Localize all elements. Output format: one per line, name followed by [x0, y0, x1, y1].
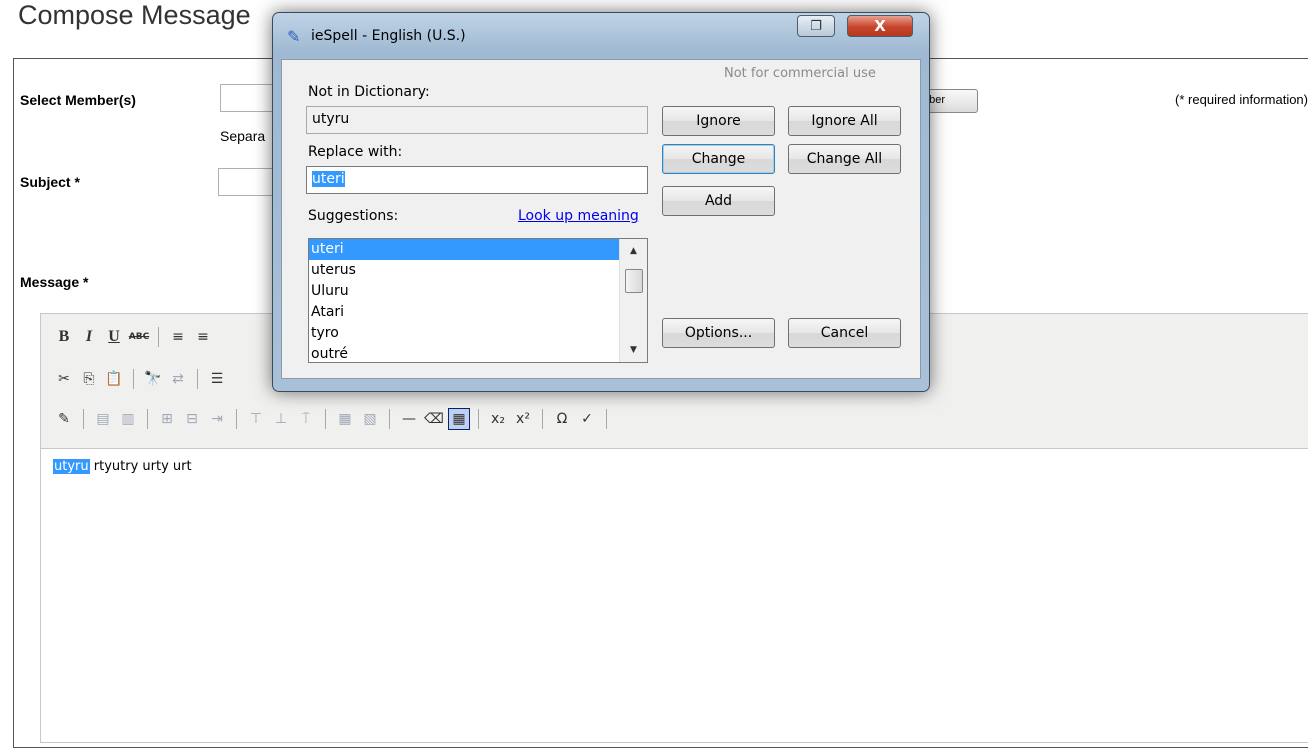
underline-button[interactable]: U [103, 326, 125, 348]
subject-label: Subject * [20, 174, 80, 190]
iespell-app-icon: ✎ [287, 27, 301, 46]
editor-text: rtyutry urty urt [89, 459, 192, 474]
cell-props-icon[interactable]: ⍑ [295, 408, 317, 430]
split-cell-icon[interactable]: ⊤ [245, 408, 267, 430]
page-title: Compose Message [18, 0, 251, 30]
delete-col-icon[interactable]: ⇥ [206, 408, 228, 430]
italic-button[interactable]: I [78, 326, 100, 348]
subject-input[interactable] [218, 168, 278, 196]
toolbar-row-3: ✎ ▤ ▥ ⊞ ⊟ ⇥ ⊤ ⊥ ⍑ ▦ ▧ — ⌫ ▦ x₂ x² Ω ✓ [53, 406, 612, 432]
insert-row-icon[interactable]: ▤ [92, 408, 114, 430]
table-icon[interactable]: ▦ [448, 408, 470, 430]
add-button[interactable]: Add [662, 186, 775, 216]
copy-icon[interactable]: ⎘ [78, 368, 100, 390]
members-input[interactable] [220, 84, 280, 112]
message-label: Message * [20, 274, 89, 290]
paste-icon[interactable]: 📋 [103, 368, 125, 390]
scroll-up-icon[interactable]: ▲ [620, 241, 647, 261]
misspelled-word: utyru [53, 459, 90, 474]
eraser-icon[interactable]: ⌫ [423, 408, 445, 430]
toolbar-row-2: ✂ ⎘ 📋 🔭 ⇄ ☰ [53, 366, 228, 392]
spellcheck-icon[interactable]: ✓ [576, 408, 598, 430]
suggestion-item[interactable]: outré [309, 344, 619, 362]
insert-col-after-icon[interactable]: ⊟ [181, 408, 203, 430]
separator-hint: Separa [220, 128, 266, 144]
toolbar-separator [236, 409, 237, 429]
suggestions-label: Suggestions: [308, 208, 399, 224]
toolbar-separator [606, 409, 607, 429]
superscript-icon[interactable]: x² [512, 408, 534, 430]
suggestion-item[interactable]: Uluru [309, 281, 619, 302]
table-props-icon[interactable]: ▦ [334, 408, 356, 430]
toolbar-separator [325, 409, 326, 429]
suggestions-scrollbar[interactable]: ▲ ▼ [619, 239, 647, 362]
required-info-note: (* required information) [1175, 92, 1308, 107]
replace-with-label: Replace with: [308, 144, 403, 160]
subscript-icon[interactable]: x₂ [487, 408, 509, 430]
strikethrough-button[interactable]: ABC [128, 326, 150, 348]
dialog-title: ieSpell - English (U.S.) [311, 28, 466, 44]
cancel-button[interactable]: Cancel [788, 318, 901, 348]
select-members-label: Select Member(s) [20, 92, 136, 108]
iespell-dialog: ✎ ieSpell - English (U.S.) ❐ X Not for c… [272, 12, 930, 392]
ignore-button[interactable]: Ignore [662, 106, 775, 136]
bold-button[interactable]: B [53, 326, 75, 348]
toolbar-separator [197, 369, 198, 389]
align-left-button[interactable]: ≡ [167, 326, 189, 348]
cut-icon[interactable]: ✂ [53, 368, 75, 390]
change-button[interactable]: Change [662, 144, 775, 174]
replace-icon[interactable]: ⇄ [167, 368, 189, 390]
find-icon[interactable]: 🔭 [142, 368, 164, 390]
toolbar-separator [158, 327, 159, 347]
commercial-use-notice: Not for commercial use [724, 66, 876, 81]
suggestions-listbox[interactable]: uteri uterus Uluru Atari tyro outré ▲ ▼ [308, 238, 648, 363]
toolbar-separator [147, 409, 148, 429]
toolbar-separator [133, 369, 134, 389]
merge-cell-icon[interactable]: ⊥ [270, 408, 292, 430]
suggestion-item[interactable]: tyro [309, 323, 619, 344]
ignore-all-button[interactable]: Ignore All [788, 106, 901, 136]
scroll-down-icon[interactable]: ▼ [620, 340, 647, 360]
toolbar-row-1: B I U ABC ≡ ≡ [53, 324, 214, 350]
not-in-dictionary-label: Not in Dictionary: [308, 84, 430, 100]
restore-button[interactable]: ❐ [797, 15, 835, 37]
horizontal-rule-icon[interactable]: — [398, 408, 420, 430]
suggestion-item[interactable]: uterus [309, 260, 619, 281]
toolbar-separator [389, 409, 390, 429]
align-center-button[interactable]: ≡ [192, 326, 214, 348]
list-icon[interactable]: ☰ [206, 368, 228, 390]
replace-with-input[interactable]: uteri [306, 166, 648, 194]
special-char-icon[interactable]: Ω [551, 408, 573, 430]
toolbar-separator [83, 409, 84, 429]
toolbar-separator [542, 409, 543, 429]
change-all-button[interactable]: Change All [788, 144, 901, 174]
options-button[interactable]: Options... [662, 318, 775, 348]
close-button[interactable]: X [847, 15, 913, 37]
scroll-thumb[interactable] [625, 269, 643, 293]
edit-source-icon[interactable]: ✎ [53, 408, 75, 430]
suggestion-item[interactable]: uteri [309, 239, 619, 260]
look-up-meaning-link[interactable]: Look up meaning [518, 208, 639, 224]
not-in-dictionary-field: utyru [306, 106, 648, 134]
suggestions-list: uteri uterus Uluru Atari tyro outré [309, 239, 619, 362]
delete-row-icon[interactable]: ▥ [117, 408, 139, 430]
editor-content-area[interactable]: utyru rtyutry urty urt [41, 449, 1308, 742]
row-props-icon[interactable]: ▧ [359, 408, 381, 430]
insert-col-before-icon[interactable]: ⊞ [156, 408, 178, 430]
toolbar-separator [478, 409, 479, 429]
dialog-client-area: Not for commercial use Not in Dictionary… [281, 59, 921, 379]
suggestion-item[interactable]: Atari [309, 302, 619, 323]
